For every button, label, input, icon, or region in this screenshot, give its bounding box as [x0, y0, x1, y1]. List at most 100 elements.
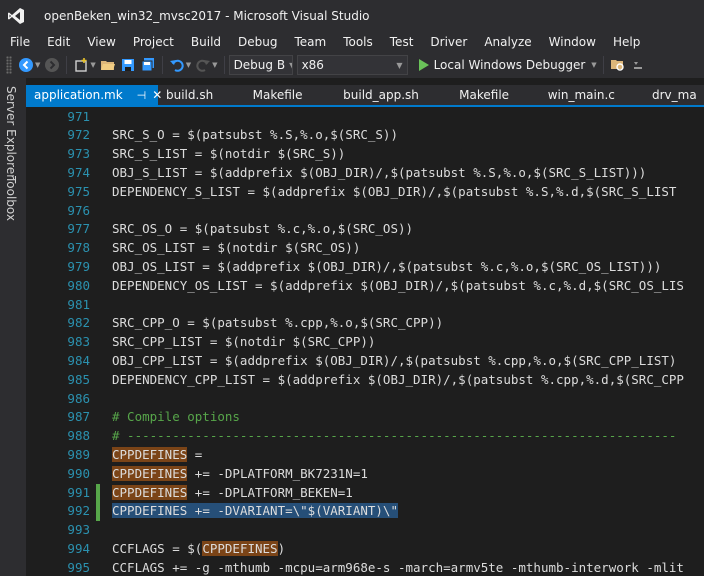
tab-build-sh[interactable]: build.sh [158, 85, 245, 105]
code-token: SRC_S_LIST = $(notdir $(SRC_S)) [112, 146, 346, 162]
menu-file[interactable]: File [0, 33, 38, 51]
line-number: 988 [67, 428, 90, 444]
undo-icon [169, 59, 184, 72]
code-line[interactable]: 992 CPPDEFINES += -DVARIANT=\"$(VARIANT)\… [26, 502, 704, 522]
code-token: += -DPLATFORM_BK7231N=1 [187, 465, 368, 481]
menu-test[interactable]: Test [381, 33, 422, 51]
code-line[interactable]: 995 CCFLAGS += -g -mthumb -mcpu=arm968e-s… [26, 559, 704, 576]
play-icon [418, 59, 429, 71]
tab-build-app-sh[interactable]: build_app.sh [335, 85, 451, 105]
code-line[interactable]: 993 [26, 521, 704, 540]
new-project-button[interactable]: ▼ [71, 54, 97, 76]
code-line[interactable]: 978 SRC_OS_LIST = $(notdir $(SRC_OS)) [26, 239, 704, 258]
save-button[interactable] [118, 54, 138, 76]
code-line[interactable]: 983 SRC_CPP_LIST = $(notdir $(SRC_CPP)) [26, 333, 704, 352]
code-text: OBJ_CPP_LIST = $(addprefix $(OBJ_DIR)/,$… [112, 352, 676, 371]
menu-tools[interactable]: Tools [334, 33, 381, 51]
code-line[interactable]: 994 CCFLAGS = $(CPPDEFINES) [26, 540, 704, 559]
chevron-down-icon: ▼ [396, 60, 403, 70]
side-tool-strip: Server Explorer Toolbox [0, 78, 26, 576]
menu-window[interactable]: Window [540, 33, 604, 51]
chevron-down-icon: ▼ [285, 61, 291, 70]
code-text: CPPDEFINES = [112, 446, 202, 465]
code-line[interactable]: 985 DEPENDENCY_CPP_LIST = $(addprefix $(O… [26, 371, 704, 390]
menu-view[interactable]: View [78, 33, 123, 51]
tab-makefile[interactable]: Makefile [245, 85, 336, 105]
menu-help[interactable]: Help [604, 33, 648, 51]
pin-icon[interactable]: ⊣ [137, 89, 147, 102]
code-text: CPPDEFINES += -DPLATFORM_BK7231N=1 [112, 465, 368, 484]
tab-label: build.sh [166, 88, 214, 102]
code-line[interactable]: 977 SRC_OS_O = $(patsubst %.c,%.o,$(SRC_O… [26, 220, 704, 239]
menu-driver[interactable]: Driver [421, 33, 475, 51]
code-line[interactable]: 976 [26, 202, 704, 221]
code-line[interactable]: 988 # -----------------------------------… [26, 427, 704, 446]
code-token: CCFLAGS = $( [112, 540, 203, 556]
menu-analyze[interactable]: Analyze [475, 33, 539, 51]
code-line[interactable]: 971 [26, 108, 704, 127]
start-debugging-button[interactable]: Local Windows Debugger ▼ [412, 54, 599, 76]
open-file-button[interactable] [98, 54, 118, 76]
code-line[interactable]: 987 # Compile options [26, 408, 704, 427]
code-line[interactable]: 981 [26, 296, 704, 315]
redo-button[interactable]: ▼ [193, 54, 219, 76]
menu-debug[interactable]: Debug [229, 33, 285, 51]
code-line[interactable]: 980 DEPENDENCY_OS_LIST = $(addprefix $(OB… [26, 277, 704, 296]
undo-button[interactable]: ▼ [167, 54, 193, 76]
menu-bar: File Edit View Project Build Debug Team Tools Te… [0, 32, 704, 52]
line-number: 971 [67, 108, 90, 124]
code-line[interactable]: 982 SRC_CPP_O = $(patsubst %.cpp,%.o,$(SR… [26, 314, 704, 333]
tab-label: win_main.c [547, 88, 615, 102]
change-marker [96, 483, 100, 503]
line-number: 980 [67, 277, 90, 293]
navigate-forward-button[interactable] [42, 54, 62, 76]
code-token: SRC_CPP_LIST = $(notdir $(SRC_CPP)) [112, 334, 376, 350]
line-number: 984 [67, 352, 90, 368]
code-text: SRC_OS_O = $(patsubst %.c,%.o,$(SRC_OS)) [112, 220, 413, 239]
tab-label: Makefile [459, 88, 510, 102]
code-line[interactable]: 984 OBJ_CPP_LIST = $(addprefix $(OBJ_DIR)… [26, 352, 704, 371]
line-number: 994 [67, 540, 90, 556]
toolbar-separator [66, 56, 68, 74]
change-marker [96, 502, 100, 522]
code-token: += -DVARIANT=\"$(VARIANT)\" [187, 503, 398, 519]
solution-platform-value: x86 [301, 58, 324, 72]
code-line[interactable]: 990 CPPDEFINES += -DPLATFORM_BK7231N=1 [26, 465, 704, 484]
code-editor[interactable]: 971 972 SRC_S_O = $(patsubst %.S,%.o,$(SRC… [26, 107, 704, 576]
code-line[interactable]: 973 SRC_S_LIST = $(notdir $(SRC_S)) [26, 145, 704, 164]
code-token: DEPENDENCY_CPP_LIST = $(addprefix $(OBJ_… [112, 371, 684, 387]
code-line[interactable]: 972 SRC_S_O = $(patsubst %.S,%.o,$(SRC_S)… [26, 126, 704, 145]
find-in-files-button[interactable] [608, 54, 628, 76]
tab-application-mk[interactable]: application.mk ⊣ ✕ [26, 85, 162, 105]
line-number: 974 [67, 164, 90, 180]
solution-configuration-dropdown[interactable]: Debug B ▼ [228, 55, 293, 75]
tab-drv-ma[interactable]: drv_ma [644, 85, 704, 105]
code-line[interactable]: 974 OBJ_S_LIST = $(addprefix $(OBJ_DIR)/,… [26, 164, 704, 183]
code-token: DEPENDENCY_OS_LIST = $(addprefix $(OBJ_D… [112, 277, 684, 293]
line-number: 990 [67, 465, 90, 481]
menu-team[interactable]: Team [285, 33, 334, 51]
toolbar-grip[interactable] [6, 56, 12, 74]
menu-build[interactable]: Build [182, 33, 229, 51]
forward-arrow-icon [45, 58, 60, 72]
code-line[interactable]: 975 DEPENDENCY_S_LIST = $(addprefix $(OBJ… [26, 183, 704, 202]
tab-win-main-c[interactable]: win_main.c [540, 85, 644, 105]
navigate-back-button[interactable]: ▼ [16, 54, 42, 76]
code-line[interactable]: 991 CPPDEFINES += -DPLATFORM_BEKEN=1 [26, 483, 704, 503]
save-icon [121, 59, 134, 71]
code-line[interactable]: 986 [26, 390, 704, 409]
save-all-button[interactable] [138, 54, 158, 76]
toolbar-overflow-button[interactable] [628, 54, 648, 76]
tab-makefile-2[interactable]: Makefile [451, 85, 540, 105]
code-line[interactable]: 979 OBJ_OS_LIST = $(addprefix $(OBJ_DIR)/… [26, 258, 704, 277]
code-line[interactable]: 989 CPPDEFINES = [26, 446, 704, 465]
line-number: 987 [67, 409, 90, 425]
code-text: # --------------------------------------… [112, 427, 676, 446]
toolbox-tab[interactable]: Toolbox [4, 176, 18, 221]
solution-platform-dropdown[interactable]: x86 ▼ [296, 55, 408, 75]
server-explorer-tab[interactable]: Server Explorer [4, 86, 18, 179]
code-token: SRC_CPP_O = $(patsubst %.cpp,%.o,$(SRC_C… [112, 315, 444, 331]
comment-token: # --------------------------------------… [112, 428, 677, 444]
menu-edit[interactable]: Edit [38, 33, 78, 51]
menu-project[interactable]: Project [124, 33, 182, 51]
